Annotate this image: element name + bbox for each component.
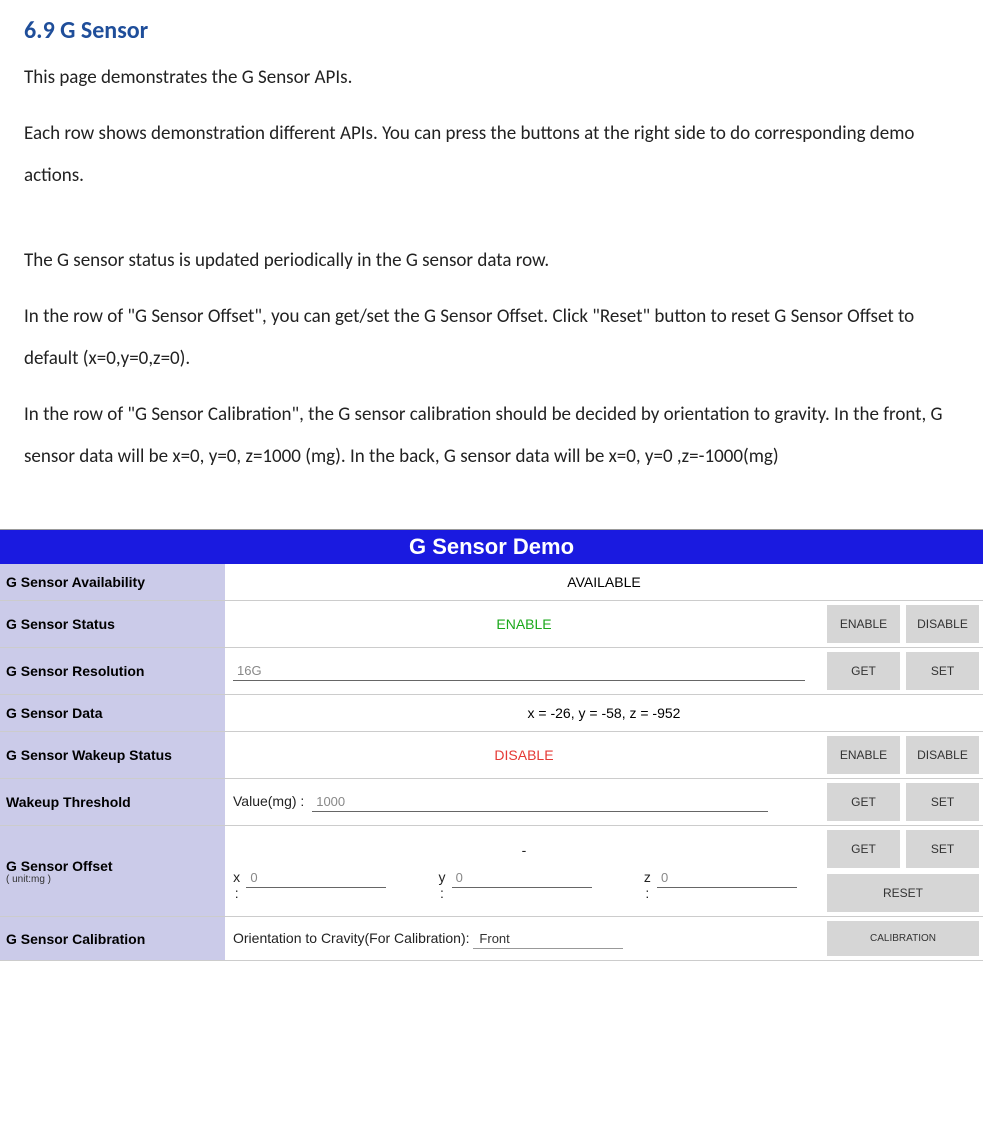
offset-y-input[interactable] bbox=[452, 868, 592, 888]
paragraph-status: The G sensor status is updated periodica… bbox=[24, 240, 959, 282]
offset-z-input[interactable] bbox=[657, 868, 797, 888]
label-resolution: G Sensor Resolution bbox=[0, 648, 225, 695]
row-availability: G Sensor Availability AVAILABLE bbox=[0, 564, 983, 601]
row-data: G Sensor Data x = -26, y = -58, z = -952 bbox=[0, 695, 983, 732]
value-threshold: Value(mg) : bbox=[225, 779, 823, 826]
paragraph-offset: In the row of "G Sensor Offset", you can… bbox=[24, 296, 959, 380]
resolution-set-button[interactable]: SET bbox=[906, 652, 979, 690]
status-disable-button[interactable]: DISABLE bbox=[906, 605, 979, 643]
value-resolution bbox=[225, 648, 823, 695]
offset-x-input[interactable] bbox=[246, 868, 386, 888]
calibration-button[interactable]: CALIBRATION bbox=[827, 921, 979, 956]
threshold-prefix: Value(mg) : bbox=[233, 793, 304, 809]
wakeup-enable-button[interactable]: ENABLE bbox=[827, 736, 900, 774]
calibration-select[interactable] bbox=[473, 929, 623, 949]
resolution-input[interactable] bbox=[233, 661, 805, 681]
label-offset-sub: ( unit:mg ) bbox=[6, 874, 219, 885]
label-status: G Sensor Status bbox=[0, 601, 225, 648]
label-threshold: Wakeup Threshold bbox=[0, 779, 225, 826]
row-status: G Sensor Status ENABLE ENABLE DISABLE bbox=[0, 601, 983, 648]
row-offset: G Sensor Offset ( unit:mg ) - x : y : z … bbox=[0, 826, 983, 917]
value-calibration: Orientation to Cravity(For Calibration): bbox=[225, 917, 823, 961]
offset-y-label: y : bbox=[436, 869, 447, 901]
offset-z-label: z : bbox=[642, 869, 653, 901]
threshold-get-button[interactable]: GET bbox=[827, 783, 900, 821]
value-availability: AVAILABLE bbox=[225, 564, 983, 601]
value-data: x = -26, y = -58, z = -952 bbox=[225, 695, 983, 732]
label-data: G Sensor Data bbox=[0, 695, 225, 732]
row-calibration: G Sensor Calibration Orientation to Crav… bbox=[0, 917, 983, 961]
paragraph-intro: This page demonstrates the G Sensor APIs… bbox=[24, 57, 959, 99]
offset-x-label: x : bbox=[231, 869, 242, 901]
section-heading: 6.9 G Sensor bbox=[24, 16, 959, 45]
status-enable-button[interactable]: ENABLE bbox=[827, 605, 900, 643]
offset-get-button[interactable]: GET bbox=[827, 830, 900, 868]
label-wakeup: G Sensor Wakeup Status bbox=[0, 732, 225, 779]
paragraph-calibration: In the row of "G Sensor Calibration", th… bbox=[24, 394, 959, 478]
offset-dash: - bbox=[231, 842, 817, 858]
paragraph-rows: Each row shows demonstration different A… bbox=[24, 113, 959, 197]
value-status: ENABLE bbox=[225, 601, 823, 648]
wakeup-disable-button[interactable]: DISABLE bbox=[906, 736, 979, 774]
value-offset: - x : y : z : bbox=[225, 826, 823, 917]
row-resolution: G Sensor Resolution GET SET bbox=[0, 648, 983, 695]
value-wakeup: DISABLE bbox=[225, 732, 823, 779]
offset-reset-button[interactable]: RESET bbox=[827, 874, 979, 912]
label-offset: G Sensor Offset ( unit:mg ) bbox=[0, 826, 225, 917]
resolution-get-button[interactable]: GET bbox=[827, 652, 900, 690]
offset-set-button[interactable]: SET bbox=[906, 830, 979, 868]
row-threshold: Wakeup Threshold Value(mg) : GET SET bbox=[0, 779, 983, 826]
row-wakeup: G Sensor Wakeup Status DISABLE ENABLE DI… bbox=[0, 732, 983, 779]
label-calibration: G Sensor Calibration bbox=[0, 917, 225, 961]
g-sensor-demo-panel: G Sensor Demo G Sensor Availability AVAI… bbox=[0, 529, 983, 961]
threshold-input[interactable] bbox=[312, 792, 768, 812]
calibration-prefix: Orientation to Cravity(For Calibration): bbox=[233, 930, 470, 946]
threshold-set-button[interactable]: SET bbox=[906, 783, 979, 821]
demo-title: G Sensor Demo bbox=[0, 530, 983, 564]
label-availability: G Sensor Availability bbox=[0, 564, 225, 601]
